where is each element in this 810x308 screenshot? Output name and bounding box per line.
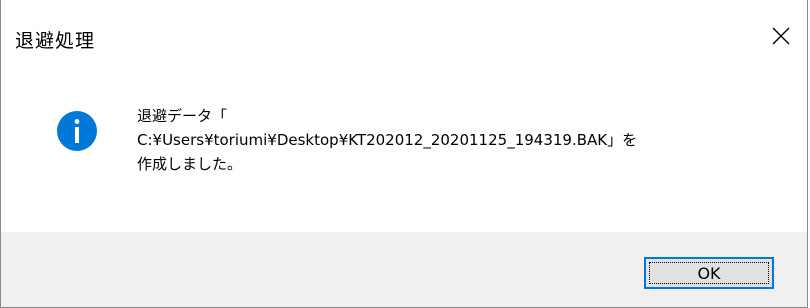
ok-button[interactable]: OK	[644, 257, 774, 289]
close-button[interactable]	[755, 10, 807, 62]
window-title: 退避処理	[15, 30, 96, 52]
button-bar: OK	[1, 232, 807, 307]
close-icon	[772, 27, 790, 45]
title-bar[interactable]: 退避処理	[1, 0, 807, 82]
message-line-1: 退避データ「	[137, 107, 228, 125]
message-dialog: 退避処理 退避データ「 C:¥Users¥toriumi¥Desktop¥KT20…	[0, 0, 808, 308]
message-line-3: 作成しました。	[137, 155, 243, 173]
message-area: 退避データ「 C:¥Users¥toriumi¥Desktop¥KT202012_…	[1, 82, 807, 232]
focus-ring	[649, 262, 769, 284]
message-line-2: C:¥Users¥toriumi¥Desktop¥KT202012_202011…	[137, 131, 638, 149]
info-icon	[57, 111, 97, 151]
message-text: 退避データ「 C:¥Users¥toriumi¥Desktop¥KT202012_…	[137, 104, 637, 176]
